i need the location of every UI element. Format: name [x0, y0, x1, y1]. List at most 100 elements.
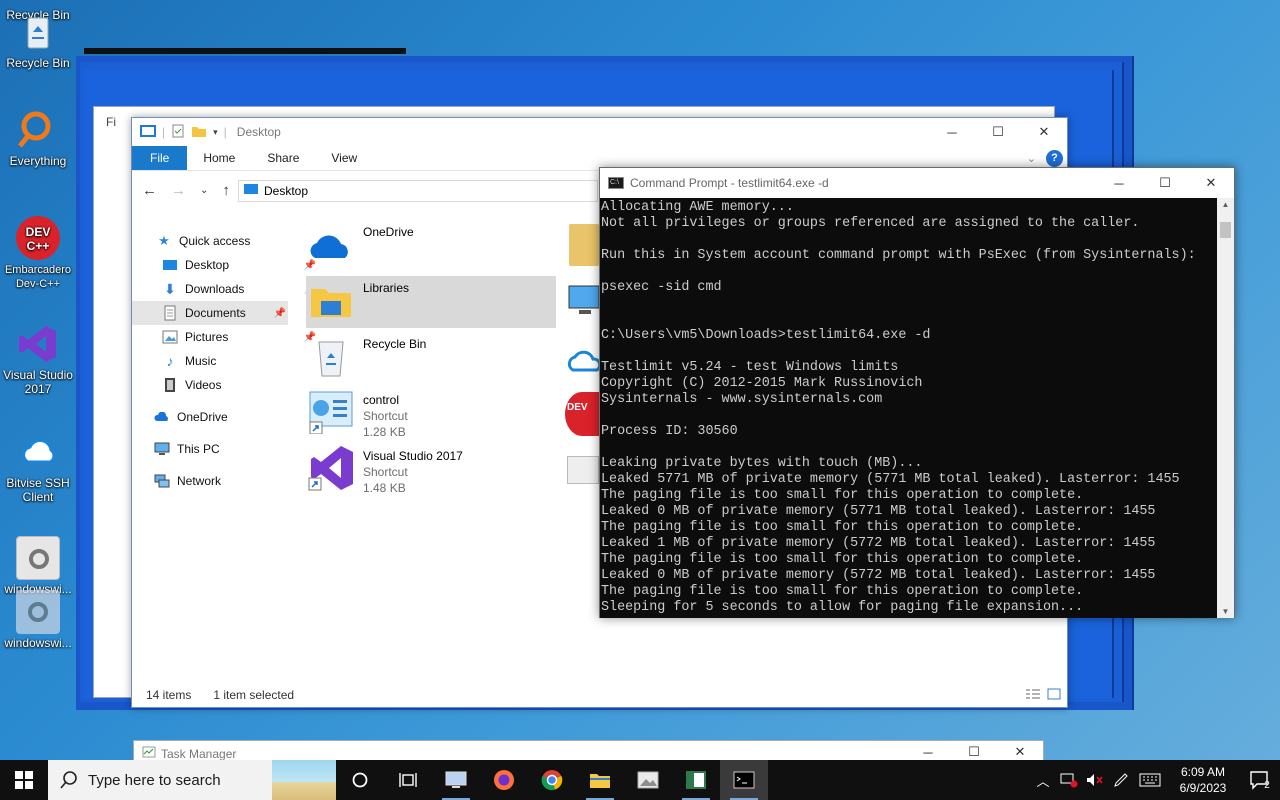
- tab-file[interactable]: File: [132, 146, 188, 170]
- up-arrow-icon[interactable]: ↑: [222, 182, 230, 199]
- taskbar-app-firefox[interactable]: [480, 760, 528, 800]
- scrollbar-thumb[interactable]: [1220, 222, 1231, 238]
- selection-count: 1 item selected: [213, 688, 295, 702]
- task-view-button[interactable]: [384, 760, 432, 800]
- desktop-icon-recycle-bin-2[interactable]: Recycle Bin: [2, 10, 74, 70]
- desktop-icon-windowswi-2[interactable]: windowswi...: [2, 590, 74, 650]
- nav-item-network[interactable]: Network: [154, 469, 310, 493]
- properties-icon[interactable]: [171, 124, 185, 141]
- desktop-icon-bitvise[interactable]: Bitvise SSH Client: [2, 430, 74, 504]
- file-item-recycle-bin[interactable]: Recycle Bin: [306, 332, 556, 384]
- speaker-muted-icon[interactable]: [1082, 772, 1108, 788]
- taskbar-app-notepad[interactable]: [672, 760, 720, 800]
- close-button[interactable]: ✕: [1188, 169, 1234, 197]
- scroll-up-icon[interactable]: ▲: [1217, 200, 1234, 209]
- tab-view[interactable]: View: [315, 146, 373, 170]
- pen-icon[interactable]: [1108, 772, 1134, 788]
- scroll-down-icon[interactable]: ▼: [1217, 607, 1234, 616]
- search-placeholder: Type here to search: [88, 771, 221, 789]
- explorer-app-icon: [140, 124, 156, 141]
- file-item-onedrive[interactable]: OneDrive: [306, 220, 556, 272]
- tab-share[interactable]: Share: [251, 146, 315, 170]
- cortana-button[interactable]: [336, 760, 384, 800]
- pin-icon[interactable]: 📌: [274, 308, 286, 319]
- desktop-icon-everything[interactable]: Everything: [2, 108, 74, 168]
- nav-item-music[interactable]: ♪ Music: [162, 349, 318, 373]
- bitvise-cloud-icon[interactable]: [565, 340, 602, 380]
- clock-time: 6:09 AM: [1180, 765, 1226, 779]
- user-folder-icon[interactable]: [569, 224, 599, 266]
- console-text: Allocating AWE memory... Not all privile…: [601, 200, 1196, 615]
- details-view-icon[interactable]: [1025, 688, 1041, 703]
- tab-home[interactable]: Home: [187, 146, 251, 170]
- window-trail-edge: [84, 48, 406, 54]
- nav-item-quick-access[interactable]: ★ Quick access: [156, 229, 312, 253]
- keyboard-icon[interactable]: [1134, 773, 1166, 787]
- nav-item-this-pc[interactable]: This PC: [154, 437, 310, 461]
- maximize-button[interactable]: ☐: [1142, 169, 1188, 197]
- film-icon: [162, 377, 178, 393]
- nav-item-desktop[interactable]: Desktop 📌: [162, 253, 318, 277]
- svg-text:DEV: DEV: [26, 225, 51, 239]
- task-view-icon: [399, 773, 417, 787]
- desktop-icon: [162, 257, 178, 273]
- devcpp-icon: DEV C++: [16, 216, 60, 260]
- music-note-icon: ♪: [166, 353, 174, 369]
- forward-arrow-icon[interactable]: →: [171, 182, 186, 199]
- close-button[interactable]: ✕: [1021, 118, 1067, 146]
- maximize-button[interactable]: ☐: [975, 118, 1021, 146]
- nav-item-onedrive[interactable]: OneDrive: [154, 405, 310, 429]
- terminal-icon: [733, 771, 755, 789]
- devcpp-icon[interactable]: DEV: [565, 392, 599, 436]
- minimize-button[interactable]: ─: [929, 118, 975, 146]
- taskbar-search-box[interactable]: Type here to search: [48, 760, 336, 800]
- network-disconnected-icon[interactable]: [1056, 772, 1082, 788]
- this-pc-icon[interactable]: [567, 282, 600, 320]
- taskbar: Type here to search ︿ 6:09 AM 6/9/2023 2: [0, 760, 1280, 800]
- desktop-icon-windowswi-1[interactable]: windowswi...: [2, 536, 74, 596]
- desktop-folder-icon: [243, 183, 259, 199]
- nav-item-downloads[interactable]: ⬇ Downloads 📌: [162, 277, 318, 301]
- file-item-libraries[interactable]: Libraries: [306, 276, 556, 328]
- console-output[interactable]: Allocating AWE memory... Not all privile…: [600, 198, 1218, 618]
- command-prompt-window[interactable]: C:\ Command Prompt - testlimit64.exe -d …: [599, 167, 1235, 618]
- computer-icon: [154, 441, 170, 457]
- monitor-app-icon: [445, 771, 467, 788]
- start-button[interactable]: [0, 760, 48, 800]
- recent-locations-chevron-icon[interactable]: ⌄: [200, 185, 208, 196]
- explorer-title-bar[interactable]: | ▾ | Desktop ─ ☐ ✕: [132, 118, 1067, 146]
- file-item-control[interactable]: control Shortcut 1.28 KB: [306, 388, 556, 440]
- help-icon[interactable]: ?: [1046, 149, 1063, 167]
- new-folder-icon[interactable]: [191, 124, 207, 141]
- expand-ribbon-chevron-icon[interactable]: ⌄: [1027, 152, 1036, 165]
- desktop-icon-devcpp[interactable]: DEV C++ Embarcadero Dev-C++: [2, 216, 74, 290]
- clock[interactable]: 6:09 AM 6/9/2023: [1166, 764, 1240, 796]
- desktop-icon-visual-studio[interactable]: Visual Studio 2017: [2, 322, 74, 396]
- vertical-scrollbar[interactable]: ▲ ▼: [1217, 198, 1234, 618]
- taskbar-app-file-explorer[interactable]: [576, 760, 624, 800]
- cmd-title-bar[interactable]: C:\ Command Prompt - testlimit64.exe -d …: [600, 168, 1234, 198]
- clock-date: 6/9/2023: [1179, 781, 1227, 795]
- large-icons-view-icon[interactable]: [1047, 688, 1061, 703]
- taskbar-app-command-prompt[interactable]: [720, 760, 768, 800]
- task-manager-window[interactable]: Task Manager ─ ☐ ✕: [133, 740, 1044, 762]
- back-arrow-icon[interactable]: ←: [142, 182, 157, 199]
- gear-file-icon: [16, 590, 60, 634]
- taskbar-app-chrome[interactable]: [528, 760, 576, 800]
- gear-file-icon[interactable]: [567, 456, 599, 484]
- cmd-window-title: Command Prompt - testlimit64.exe -d: [630, 176, 829, 190]
- address-bar[interactable]: Desktop: [238, 180, 598, 202]
- minimize-button[interactable]: ─: [1096, 169, 1142, 197]
- chevron-down-icon[interactable]: ▾: [213, 127, 218, 138]
- picture-icon: [162, 329, 178, 345]
- nav-item-documents[interactable]: Documents 📌: [132, 301, 288, 325]
- libraries-folder-icon: [306, 276, 356, 324]
- file-item-visual-studio[interactable]: Visual Studio 2017 Shortcut 1.48 KB: [306, 444, 556, 496]
- taskbar-app-monitor[interactable]: [432, 760, 480, 800]
- chevron-up-icon[interactable]: ︿: [1030, 771, 1056, 790]
- taskbar-app-gallery[interactable]: [624, 760, 672, 800]
- action-center-button[interactable]: 2: [1240, 770, 1280, 791]
- nav-item-videos[interactable]: Videos: [162, 373, 318, 397]
- recycle-bin-icon: [16, 10, 60, 54]
- nav-item-pictures[interactable]: Pictures 📌: [162, 325, 318, 349]
